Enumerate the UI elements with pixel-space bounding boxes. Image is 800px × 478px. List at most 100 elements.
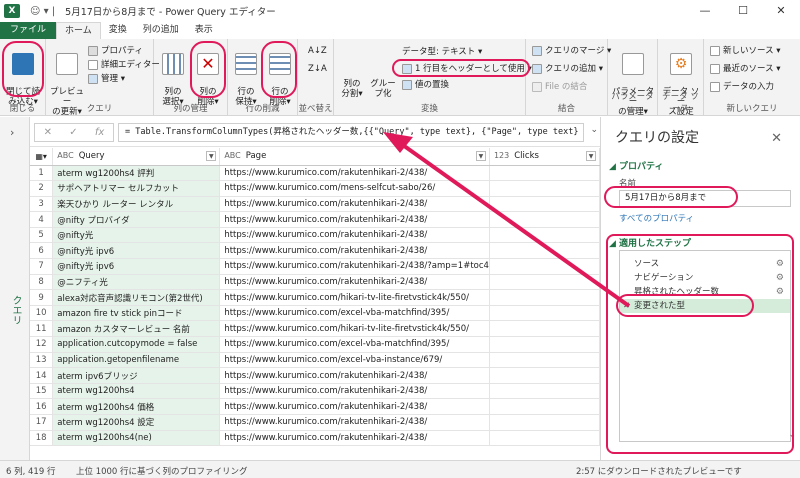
combine-files-button[interactable]: File の結合 [532,81,587,93]
properties-section-header[interactable]: ◢ プロパティ [609,159,664,172]
row-number[interactable]: 6 [30,242,54,260]
choose-columns-button[interactable]: 列の 選択▾ [157,43,189,107]
cell-query[interactable]: amazon fire tv stick pinコード [52,305,221,322]
enter-data-button[interactable]: データの入力 [710,81,774,93]
gear-icon[interactable]: ⚙ [776,271,784,285]
all-properties-link[interactable]: すべてのプロパティ [619,212,694,224]
tab-file[interactable]: ファイル [0,22,57,39]
cell-clicks[interactable] [489,430,600,447]
cell-page[interactable]: https://www.kurumico.com/excel-vba-match… [219,336,490,353]
filter-dropdown-icon[interactable]: ▼ [206,151,217,161]
split-column-button[interactable]: 列の 分割▾ [338,69,366,99]
replace-values-button[interactable]: 値の置換 [402,79,449,91]
table-row[interactable]: 18 aterm wg1200hs4(ne) https://www.kurumic… [30,430,600,447]
properties-button[interactable]: プロパティ [88,45,143,57]
maximize-button[interactable]: ☐ [724,0,762,22]
table-row[interactable]: 2 サポヘアトリマー セルフカット https://www.kurumico.com… [30,180,600,197]
remove-columns-button[interactable]: ✕ 列の 削除▾ [192,43,224,107]
row-number[interactable]: 14 [30,367,54,384]
keep-rows-button[interactable]: 行の 保持▾ [230,43,262,107]
sort-descending-button[interactable]: Z↓A [308,63,327,75]
cell-query[interactable]: サポヘアトリマー セルフカット [52,180,221,197]
gear-icon[interactable]: ⚙ [776,285,784,299]
row-number[interactable]: 1 [30,165,54,182]
cell-page[interactable]: https://www.kurumico.com/excel-vba-match… [219,305,490,322]
expand-formula-chevron-icon[interactable]: ⌄ [590,125,598,135]
table-row[interactable]: 5 @nifty光 https://www.kurumico.com/rakuten… [30,227,600,244]
row-number[interactable]: 7 [30,258,54,275]
column-header-query[interactable]: ABC Query ▼ [52,148,221,166]
text-type-icon[interactable]: ABC [224,151,240,160]
step-changed-type[interactable]: ✕ 変更された型 [620,299,790,313]
advanced-editor-button[interactable]: 詳細エディター [88,59,160,71]
cell-query[interactable]: alexa対応音声認識リモコン(第2世代) [52,289,221,306]
cell-query[interactable]: application.getopenfilename [52,352,221,369]
tab-add-column[interactable]: 列の追加 [135,22,187,39]
cell-query[interactable]: aterm wg1200hs4 [52,383,221,400]
row-number[interactable]: 3 [30,196,54,213]
scroll-down-icon[interactable]: ⌄ [788,430,796,440]
profiling-status[interactable]: 上位 1000 行に基づく列のプロファイリング [76,465,248,477]
row-number[interactable]: 5 [30,227,54,244]
table-row[interactable]: 7 @nifty光 ipv6 https://www.kurumico.com/ra… [30,258,600,275]
table-row[interactable]: 14 aterm ipv6ブリッジ https://www.kurumico.com… [30,367,600,384]
use-first-row-as-headers-button[interactable]: 1 行目をヘッダーとして使用 ▾ [402,63,532,75]
row-number[interactable]: 2 [30,180,54,197]
cell-page[interactable]: https://www.kurumico.com/hikari-tv-lite-… [219,289,490,306]
row-number[interactable]: 17 [30,414,54,431]
cell-page[interactable]: https://www.kurumico.com/rakutenhikari-2… [219,196,490,213]
table-row[interactable]: 16 aterm wg1200hs4 価格 https://www.kurumico… [30,398,600,415]
cell-clicks[interactable] [489,274,600,291]
filter-dropdown-icon[interactable]: ▼ [475,151,486,161]
merge-queries-button[interactable]: クエリのマージ ▾ [532,45,611,57]
cell-clicks[interactable] [489,227,600,244]
table-row[interactable]: 3 楽天ひかり ルーター レンタル https://www.kurumico.com… [30,196,600,213]
cell-clicks[interactable] [489,289,600,306]
cell-page[interactable]: https://www.kurumico.com/rakutenhikari-2… [219,430,490,447]
cell-query[interactable]: 楽天ひかり ルーター レンタル [52,196,221,213]
quick-access-toolbar[interactable]: ☺ ▾ | [30,6,55,17]
minimize-button[interactable]: — [686,0,724,22]
cell-page[interactable]: https://www.kurumico.com/mens-selfcut-sa… [219,180,490,197]
cell-page[interactable]: https://www.kurumico.com/hikari-tv-lite-… [219,320,490,338]
step-promoted-headers[interactable]: 昇格されたヘッダー数 ⚙ [620,285,790,299]
queries-label[interactable]: クエリ [8,295,23,325]
step-source[interactable]: ソース ⚙ [620,257,790,271]
cell-clicks[interactable] [489,367,600,384]
cell-page[interactable]: https://www.kurumico.com/rakutenhikari-2… [219,211,490,228]
group-by-button[interactable]: グルー プ化 [368,69,398,99]
cell-clicks[interactable] [489,398,600,415]
cell-page[interactable]: https://www.kurumico.com/rakutenhikari-2… [219,414,490,431]
cell-query[interactable]: aterm wg1200hs4 評判 [52,165,221,182]
cell-clicks[interactable] [489,352,600,369]
tab-transform[interactable]: 変換 [101,22,135,39]
cell-page[interactable]: https://www.kurumico.com/rakutenhikari-2… [219,227,490,244]
row-number[interactable]: 12 [30,336,54,353]
step-navigation[interactable]: ナビゲーション ⚙ [620,271,790,285]
applied-steps-header[interactable]: ◢ 適用したステップ [609,236,691,249]
expand-queries-chevron-icon[interactable]: › [10,126,14,139]
column-header-page[interactable]: ABC Page ▼ [219,148,490,166]
cell-clicks[interactable] [489,305,600,322]
cell-clicks[interactable] [489,383,600,400]
close-window-button[interactable]: ✕ [762,0,800,22]
table-row[interactable]: 8 @ニフティ光 https://www.kurumico.com/rakutenh… [30,274,600,291]
cell-query[interactable]: amazon カスタマーレビュー 名前 [52,320,221,338]
query-name-field[interactable]: 5月17日から8月まで [619,190,791,207]
row-number[interactable]: 15 [30,383,54,400]
row-number[interactable]: 8 [30,274,54,291]
cell-query[interactable]: aterm wg1200hs4 設定 [52,414,221,431]
cell-query[interactable]: @nifty光 ipv6 [52,242,221,260]
cell-clicks[interactable] [489,336,600,353]
close-and-load-button[interactable]: 閉じて読 み込む▾ [3,43,43,107]
cell-clicks[interactable] [489,258,600,275]
table-row[interactable]: 6 @nifty光 ipv6 https://www.kurumico.com/ra… [30,242,600,260]
table-row[interactable]: 9 alexa対応音声認識リモコン(第2世代) https://www.kurumi… [30,289,600,306]
table-row[interactable]: 10 amazon fire tv stick pinコード https://www… [30,305,600,322]
remove-rows-button[interactable]: 行の 削除▾ [264,43,296,107]
accept-formula-icon[interactable]: ✓ [69,127,77,138]
delete-step-icon[interactable]: ✕ [623,299,630,313]
row-number[interactable]: 13 [30,352,54,369]
cell-clicks[interactable] [489,242,600,260]
cell-query[interactable]: aterm ipv6ブリッジ [52,367,221,384]
